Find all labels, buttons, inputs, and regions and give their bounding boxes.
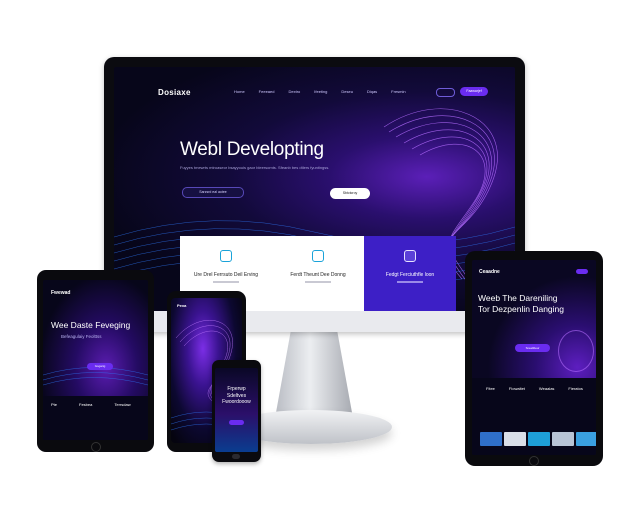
column-label: Fieratos [568, 386, 583, 391]
nav-cta-button[interactable]: Faawarjef [460, 87, 488, 96]
code-icon [220, 250, 232, 262]
thumbnail[interactable] [576, 432, 596, 446]
home-button[interactable] [232, 454, 240, 459]
column-label: Terrsdaw [114, 402, 131, 407]
nav-link[interactable]: Fresmin [391, 89, 405, 94]
tablet-button[interactable]: Sreaifdeur [515, 344, 550, 352]
hero-primary-button[interactable]: Sarzsrd eal aotee [182, 187, 244, 198]
feature-card-text [397, 281, 423, 283]
desktop-monitor: Dosiaxe Home Feeeaed Dextro Ifeeting Des… [104, 57, 525, 332]
phone-logo[interactable]: Pexa [177, 303, 186, 308]
nav-link[interactable]: Dextro [288, 89, 300, 94]
thumbnail[interactable] [504, 432, 526, 446]
tablet-right-screen: Ceaadne Weeb The Dareniling Tor Dezpenli… [472, 260, 596, 455]
thumbnail[interactable] [552, 432, 574, 446]
tablet-logo[interactable]: Ceaadne [479, 269, 500, 275]
wave-graphic [558, 330, 594, 372]
hero-secondary-button[interactable]: Sbtctcroy [330, 188, 370, 199]
column-label: Fiowaltet [508, 386, 525, 391]
home-button[interactable] [529, 456, 539, 466]
tablet-headline: Weeb The Dareniling Tor Dezpenlin Dangin… [478, 293, 594, 315]
thumbnail[interactable] [528, 432, 550, 446]
nav-link[interactable]: Ifeeting [314, 89, 327, 94]
tablet-nav-cta[interactable] [576, 269, 588, 274]
desktop-website-screen: Dosiaxe Home Feeeaed Dextro Ifeeting Des… [114, 67, 515, 311]
feature-card-title: Ferdt Theunt Dee Donng [290, 272, 346, 278]
tablet-button[interactable]: Gsgarig [87, 363, 113, 370]
site-nav: Home Feeeaed Dextro Ifeeting Deseu Diqas… [234, 89, 406, 94]
nav-link[interactable]: Feeeaed [259, 89, 275, 94]
thumbnail-row [480, 432, 596, 446]
document-icon [404, 250, 416, 262]
tablet-left: Fwewad Wee Daste Feveging Befeagulaiy Fe… [37, 270, 154, 452]
phone-button[interactable] [229, 420, 244, 425]
nav-link[interactable]: Diqas [367, 89, 377, 94]
column-label: Fitee [486, 386, 495, 391]
monitor-stand-neck [275, 332, 353, 418]
nav-link[interactable]: Home [234, 89, 245, 94]
home-button[interactable] [91, 442, 101, 452]
tablet-columns: Pte Fesbea Terrsdaw [51, 402, 131, 407]
tablet-logo[interactable]: Fwewad [51, 290, 70, 296]
hero-subtitle: Fuyyes tmewrts mtroaseor bsayyouis gaor … [180, 165, 330, 170]
tablet-headline: Wee Daste Feveging [51, 320, 131, 330]
tablet-left-screen: Fwewad Wee Daste Feveging Befeagulaiy Fe… [43, 280, 148, 440]
feature-card[interactable]: Ferdt Theunt Dee Donng [272, 236, 364, 311]
hero-title: Webl Developting [180, 139, 324, 160]
tablet-headline-line: Tor Dezpenlin Danging [478, 304, 564, 314]
feature-card-text [305, 281, 331, 283]
tablet-columns: Fitee Fiowaltet Weaalas Fieratos [486, 386, 583, 391]
feature-card-text [213, 281, 239, 283]
feature-card-title: Ure Drel Ferrsuto Deil Erving [193, 272, 259, 278]
phone-headline: Frperwp Sdeltves Fwoordooow [218, 386, 255, 406]
nav-outline-button[interactable] [436, 88, 455, 97]
device-icon [312, 250, 324, 262]
tablet-subhead: Befeagulaiy Feolttss [61, 334, 102, 339]
phone-headline-line: Fwoordooow [222, 399, 251, 405]
column-label: Fesbea [79, 402, 93, 407]
tablet-right: Ceaadne Weeb The Dareniling Tor Dezpenli… [465, 251, 603, 466]
feature-card-active[interactable]: Fedgt Ferciuthfle loon [364, 236, 456, 311]
tablet-headline-line: Weeb The Dareniling [478, 293, 558, 303]
phone-small: Frperwp Sdeltves Fwoordooow [212, 360, 261, 462]
phone-small-screen: Frperwp Sdeltves Fwoordooow [215, 368, 258, 452]
column-label: Pte [51, 402, 58, 407]
feature-card-title: Fedgt Ferciuthfle loon [385, 272, 435, 278]
column-label: Weaalas [538, 386, 555, 391]
thumbnail[interactable] [480, 432, 502, 446]
nav-link[interactable]: Deseu [341, 89, 353, 94]
site-logo[interactable]: Dosiaxe [158, 88, 191, 97]
